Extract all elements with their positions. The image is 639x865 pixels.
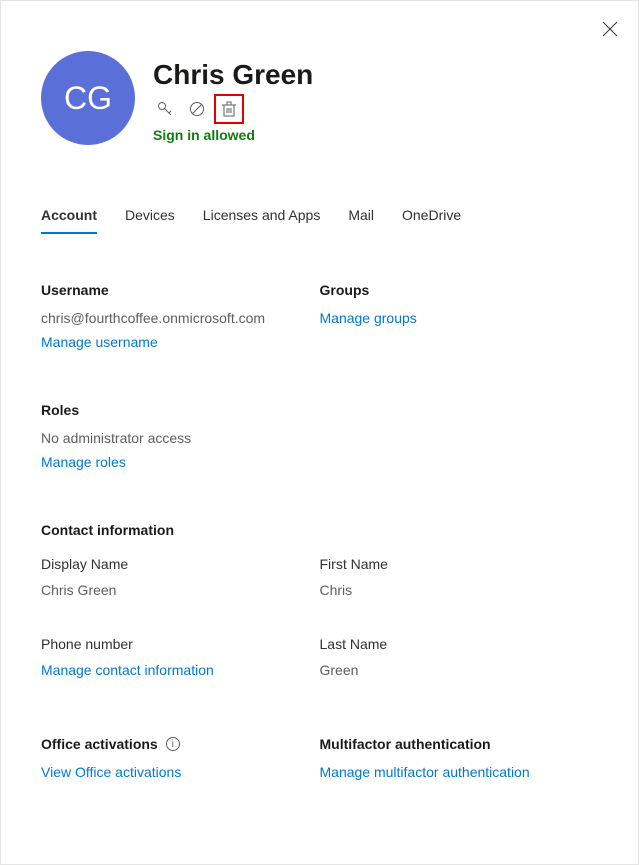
close-icon xyxy=(602,21,618,37)
tab-devices[interactable]: Devices xyxy=(125,207,175,233)
contact-label: Contact information xyxy=(41,522,598,538)
tab-onedrive[interactable]: OneDrive xyxy=(402,207,461,233)
signin-status: Sign in allowed xyxy=(153,127,313,143)
tab-account[interactable]: Account xyxy=(41,207,97,233)
roles-label: Roles xyxy=(41,402,320,418)
manage-mfa-link[interactable]: Manage multifactor authentication xyxy=(320,764,530,780)
display-name-field: Display Name Chris Green xyxy=(41,556,320,606)
block-icon xyxy=(189,101,205,117)
key-icon xyxy=(156,100,174,118)
last-name-value: Green xyxy=(320,662,599,678)
username-value: chris@fourthcoffee.onmicrosoft.com xyxy=(41,310,320,326)
roles-section: Roles No administrator access Manage rol… xyxy=(41,402,320,472)
first-name-value: Chris xyxy=(320,582,599,598)
office-section: Office activations i View Office activat… xyxy=(41,736,320,782)
first-name-label: First Name xyxy=(320,556,599,572)
manage-roles-link[interactable]: Manage roles xyxy=(41,454,126,470)
close-button[interactable] xyxy=(600,19,620,39)
mfa-label: Multifactor authentication xyxy=(320,736,599,752)
last-name-field: Last Name Green xyxy=(320,636,599,686)
manage-username-link[interactable]: Manage username xyxy=(41,334,158,350)
contact-section: Contact information Display Name Chris G… xyxy=(41,522,598,686)
manage-groups-link[interactable]: Manage groups xyxy=(320,310,417,326)
header-info: Chris Green xyxy=(153,51,313,143)
action-icons xyxy=(153,99,313,119)
phone-label: Phone number xyxy=(41,636,320,652)
username-label: Username xyxy=(41,282,320,298)
username-section: Username chris@fourthcoffee.onmicrosoft.… xyxy=(41,282,320,352)
avatar: CG xyxy=(41,51,135,145)
tabs: Account Devices Licenses and Apps Mail O… xyxy=(41,207,598,234)
user-header: CG Chris Green xyxy=(41,51,598,145)
groups-label: Groups xyxy=(320,282,599,298)
groups-section: Groups Manage groups xyxy=(320,282,599,352)
roles-value: No administrator access xyxy=(41,430,320,446)
view-office-link[interactable]: View Office activations xyxy=(41,764,181,780)
display-name-value: Chris Green xyxy=(41,582,320,598)
info-icon[interactable]: i xyxy=(166,737,180,751)
tab-mail[interactable]: Mail xyxy=(348,207,374,233)
manage-contact-link[interactable]: Manage contact information xyxy=(41,662,214,678)
account-content: Username chris@fourthcoffee.onmicrosoft.… xyxy=(41,282,598,782)
reset-password-button[interactable] xyxy=(155,99,175,119)
mfa-section: Multifactor authentication Manage multif… xyxy=(320,736,599,782)
tab-licenses[interactable]: Licenses and Apps xyxy=(203,207,321,233)
trash-icon xyxy=(222,101,236,117)
display-name-label: Display Name xyxy=(41,556,320,572)
user-name: Chris Green xyxy=(153,59,313,91)
block-signin-button[interactable] xyxy=(187,99,207,119)
first-name-field: First Name Chris xyxy=(320,556,599,606)
delete-user-button[interactable] xyxy=(219,99,239,119)
office-label: Office activations i xyxy=(41,736,320,752)
last-name-label: Last Name xyxy=(320,636,599,652)
phone-field: Phone number Manage contact information xyxy=(41,636,320,686)
